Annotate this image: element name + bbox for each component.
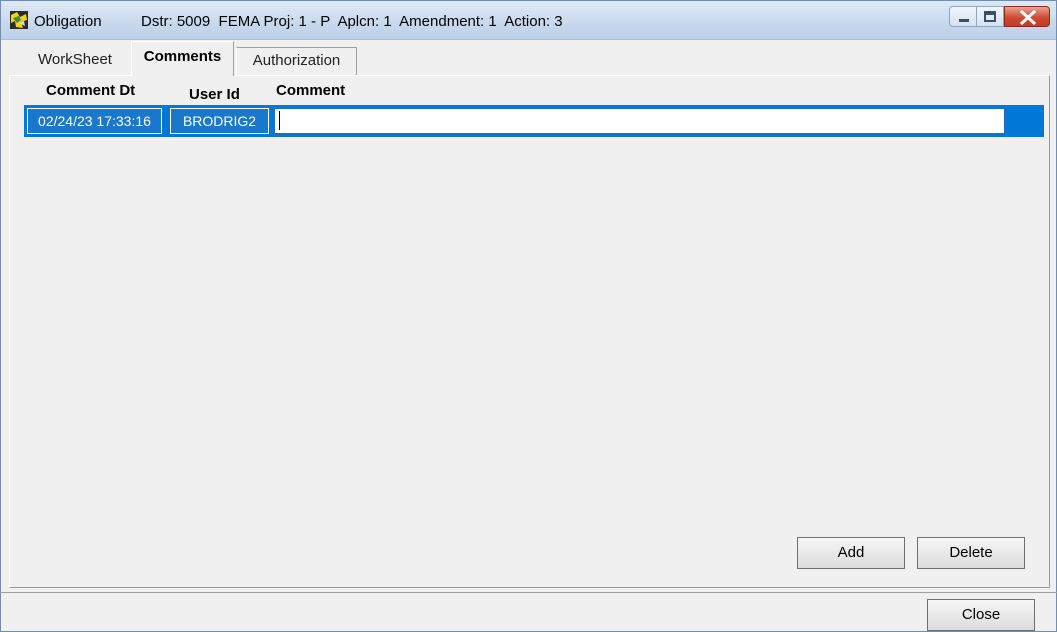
window-info: Dstr: 5009 FEMA Proj: 1 - P Aplcn: 1 Ame…: [141, 13, 563, 30]
comment-input[interactable]: [273, 107, 1006, 135]
close-window-button[interactable]: [1004, 6, 1050, 27]
close-button[interactable]: Close: [927, 599, 1035, 631]
column-header-user-id: User Id: [189, 86, 240, 103]
tab-worksheet[interactable]: WorkSheet: [21, 47, 129, 75]
text-caret: [279, 111, 280, 130]
footer-divider: [0, 592, 1057, 593]
caption-buttons: [949, 6, 1050, 28]
column-header-comment-dt: Comment Dt: [46, 82, 136, 99]
title-bar[interactable]: Obligation Dstr: 5009 FEMA Proj: 1 - P A…: [1, 1, 1056, 40]
user-id-cell[interactable]: BRODRIG2: [170, 108, 269, 134]
minimize-icon: [959, 19, 969, 22]
column-header-comment: Comment: [276, 82, 346, 99]
tab-authorization[interactable]: Authorization: [236, 47, 357, 75]
comments-panel: [9, 75, 1050, 588]
tab-comments[interactable]: Comments: [131, 41, 234, 76]
close-icon: [1019, 9, 1037, 26]
minimize-button[interactable]: [949, 6, 977, 27]
maximize-button[interactable]: [977, 6, 1004, 27]
window-title: Obligation: [34, 13, 102, 30]
app-icon: [10, 11, 28, 29]
delete-button[interactable]: Delete: [917, 537, 1025, 569]
maximize-icon: [984, 11, 996, 22]
add-button[interactable]: Add: [797, 537, 905, 569]
comment-dt-cell[interactable]: 02/24/23 17:33:16: [27, 108, 162, 134]
